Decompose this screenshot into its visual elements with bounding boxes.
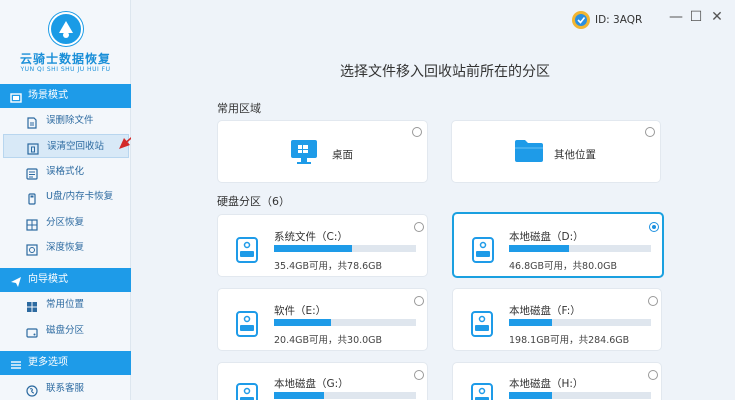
sidebar-item-label: 深度恢复 (46, 242, 85, 253)
sidebar-item-label: 联系客服 (46, 383, 85, 394)
disk-usage-fill (274, 245, 353, 252)
disk-icon (26, 325, 38, 338)
disk-card-c[interactable]: 系统文件（C:） 35.4GB可用，共78.6GB (217, 214, 428, 277)
disk-radio[interactable] (414, 370, 424, 380)
disk-radio[interactable] (414, 222, 424, 232)
format-icon (26, 166, 38, 180)
section-more-options[interactable]: 更多选项 (0, 351, 131, 375)
guide-icon (10, 274, 22, 287)
section-guide-mode[interactable]: 向导模式 (0, 268, 131, 292)
sidebar-item-recycle-bin[interactable]: 误清空回收站 (3, 134, 129, 158)
maximize-button[interactable]: ☐ (689, 10, 703, 24)
disk-size: 46.8GB可用，共80.0GB (509, 261, 618, 272)
drive-icon (472, 237, 494, 267)
file-icon (26, 115, 38, 129)
section-label: 场景模式 (28, 90, 68, 101)
sidebar-item-disk-partition[interactable]: 磁盘分区 (0, 319, 131, 343)
disk-usage-fill (274, 319, 331, 326)
app-logo: 云骑士数据恢复 YUN QI SHI SHU JU HUI FU (0, 0, 131, 82)
user-id[interactable]: ID: 3AQR (571, 10, 642, 30)
sidebar-item-deep-recovery[interactable]: 深度恢复 (0, 236, 131, 260)
drive-icon (236, 311, 258, 341)
section-scene-mode[interactable]: 场景模式 (0, 84, 131, 108)
sidebar-item-label: 磁盘分区 (46, 325, 85, 336)
windows-icon (26, 299, 38, 312)
disk-name: 本地磁盘（D:） (509, 231, 584, 243)
sidebar-item-label: 分区恢复 (46, 217, 85, 228)
close-button[interactable]: ✕ (710, 10, 724, 24)
drive-icon (236, 237, 258, 267)
sidebar-item-common-locations[interactable]: 常用位置 (0, 293, 131, 317)
common-area-label: 常用区域 (217, 102, 261, 115)
disk-radio[interactable] (414, 296, 424, 306)
desktop-radio[interactable] (412, 127, 422, 137)
usb-icon (26, 191, 38, 205)
disk-size: 20.4GB可用，共30.0GB (274, 335, 383, 346)
disk-card-d[interactable]: 本地磁盘（D:） 46.8GB可用，共80.0GB (452, 212, 664, 278)
sidebar-item-support[interactable]: 联系客服 (0, 377, 131, 400)
user-avatar-icon (571, 10, 591, 30)
disk-usage-bar (274, 392, 416, 399)
other-location-radio[interactable] (645, 127, 655, 137)
disk-usage-bar (509, 245, 651, 252)
page-title: 选择文件移入回收站前所在的分区 (340, 64, 550, 80)
disk-usage-bar (274, 245, 416, 252)
sidebar-item-label: 误删除文件 (46, 115, 94, 126)
logo-icon (48, 11, 84, 47)
disk-usage-fill (509, 392, 552, 399)
sidebar-item-label: 误清空回收站 (47, 141, 105, 152)
sidebar-item-usb-recovery[interactable]: U盘/内存卡恢复 (0, 185, 131, 209)
disk-card-e[interactable]: 软件（E:） 20.4GB可用，共30.0GB (217, 288, 428, 351)
disk-usage-fill (509, 319, 552, 326)
scene-icon (10, 90, 22, 103)
drive-icon (471, 383, 493, 400)
deep-scan-icon (26, 242, 38, 256)
disk-size: 35.4GB可用，共78.6GB (274, 261, 383, 272)
desktop-icon (290, 139, 318, 169)
disk-card-h[interactable]: 本地磁盘（H:） (452, 362, 662, 400)
disk-usage-bar (509, 319, 651, 326)
sidebar-item-label: 误格式化 (46, 166, 85, 177)
location-name: 其他位置 (554, 149, 596, 161)
disk-card-f[interactable]: 本地磁盘（F:） 198.1GB可用，共284.6GB (452, 288, 662, 351)
support-icon (26, 383, 38, 397)
sidebar-item-label: U盘/内存卡恢复 (46, 191, 114, 202)
section-label: 向导模式 (28, 274, 68, 285)
disk-name: 本地磁盘（G:） (274, 378, 349, 390)
location-name: 桌面 (332, 149, 353, 161)
menu-icon (10, 357, 22, 369)
section-label: 更多选项 (28, 357, 68, 368)
sidebar: 云骑士数据恢复 YUN QI SHI SHU JU HUI FU 场景模式 误删… (0, 0, 131, 400)
disk-name: 系统文件（C:） (274, 231, 348, 243)
drive-icon (236, 383, 258, 400)
location-card-desktop[interactable]: 桌面 (217, 120, 428, 183)
partition-icon (26, 217, 38, 231)
app-subtitle: YUN QI SHI SHU JU HUI FU (20, 66, 111, 73)
disk-radio[interactable] (648, 370, 658, 380)
disk-radio[interactable] (648, 296, 658, 306)
disk-radio[interactable] (649, 222, 659, 232)
disk-usage-bar (274, 319, 416, 326)
sidebar-item-deleted-files[interactable]: 误删除文件 (0, 109, 131, 133)
folder-icon (514, 139, 544, 167)
user-id-label: ID: 3AQR (595, 14, 643, 26)
app-title: 云骑士数据恢复 (19, 52, 111, 66)
disk-name: 本地磁盘（H:） (509, 378, 584, 390)
disk-card-g[interactable]: 本地磁盘（G:） (217, 362, 428, 400)
disk-name: 本地磁盘（F:） (509, 305, 581, 317)
sidebar-item-partition-recovery[interactable]: 分区恢复 (0, 211, 131, 235)
minimize-button[interactable]: — (669, 10, 683, 24)
recycle-bin-icon (27, 141, 39, 155)
disk-usage-fill (274, 392, 324, 399)
disk-partition-label: 硬盘分区（6） (217, 195, 290, 208)
drive-icon (471, 311, 493, 341)
disk-size: 198.1GB可用，共284.6GB (509, 335, 630, 346)
sidebar-item-label: 常用位置 (46, 299, 85, 310)
disk-usage-bar (509, 392, 651, 399)
disk-usage-fill (509, 245, 569, 252)
sidebar-item-format[interactable]: 误格式化 (0, 160, 131, 184)
location-card-other[interactable]: 其他位置 (451, 120, 661, 183)
disk-name: 软件（E:） (274, 305, 327, 317)
